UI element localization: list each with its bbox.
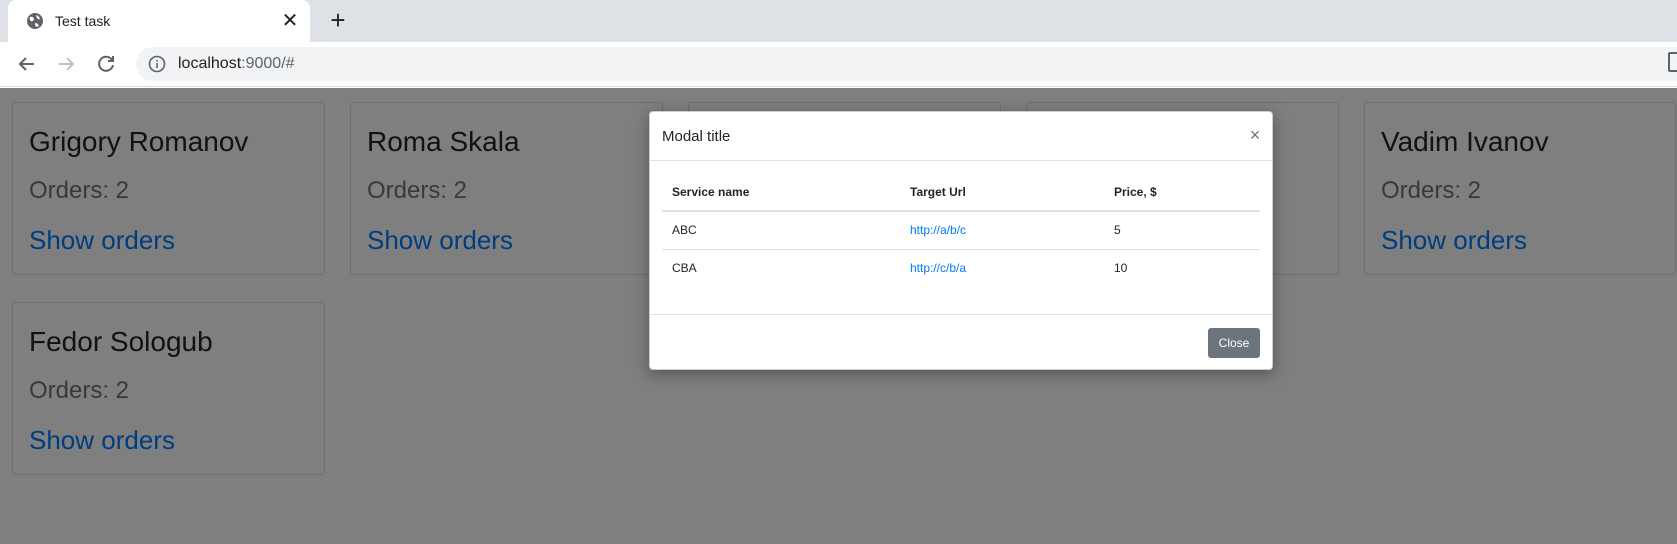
back-arrow-icon[interactable] <box>15 52 39 76</box>
service-name-cell: ABC <box>662 211 900 250</box>
target-url-cell: http://a/b/c <box>900 211 1104 250</box>
modal-footer: Close <box>650 314 1272 369</box>
orders-modal: Modal title × Service name Target Url Pr… <box>649 111 1273 370</box>
globe-icon <box>27 13 43 29</box>
browser-tab[interactable]: Test task ✕ <box>8 0 310 42</box>
price-cell: 10 <box>1114 261 1128 276</box>
column-header: Price, $ <box>1104 173 1260 212</box>
orders-table: Service name Target Url Price, $ ABC htt… <box>662 173 1260 287</box>
table-header-row: Service name Target Url Price, $ <box>662 173 1260 212</box>
info-icon[interactable] <box>148 55 166 73</box>
extension-icon[interactable] <box>1668 52 1677 72</box>
close-button[interactable]: Close <box>1208 328 1260 358</box>
new-tab-icon[interactable]: + <box>325 7 351 34</box>
price-cell: 5 <box>1104 211 1260 250</box>
table-row: CBA http://c/b/a 10 <box>662 249 1260 287</box>
url-text: localhost:9000/# <box>178 55 295 72</box>
tab-strip: Test task ✕ + <box>0 0 1677 42</box>
forward-arrow-icon[interactable] <box>54 52 78 76</box>
column-header: Target Url <box>900 173 1104 212</box>
table-row: ABC http://a/b/c 5 <box>662 211 1260 250</box>
modal-body: Service name Target Url Price, $ ABC htt… <box>662 173 1260 287</box>
reload-icon[interactable] <box>94 52 118 76</box>
tab-close-icon[interactable]: ✕ <box>278 9 302 33</box>
modal-header: Modal title × <box>650 112 1272 161</box>
target-url-link[interactable]: http://c/b/a <box>910 261 966 275</box>
close-icon[interactable]: × <box>1246 125 1264 145</box>
service-name-cell: CBA <box>672 261 697 276</box>
tab-title: Test task <box>55 13 111 29</box>
column-header: Service name <box>662 173 900 212</box>
target-url-cell: http://c/b/a <box>900 249 1104 287</box>
modal-title: Modal title <box>662 128 731 145</box>
target-url-link[interactable]: http://a/b/c <box>910 223 966 237</box>
address-bar[interactable]: localhost:9000/# <box>136 47 1677 81</box>
browser-toolbar: localhost:9000/# <box>0 42 1677 87</box>
